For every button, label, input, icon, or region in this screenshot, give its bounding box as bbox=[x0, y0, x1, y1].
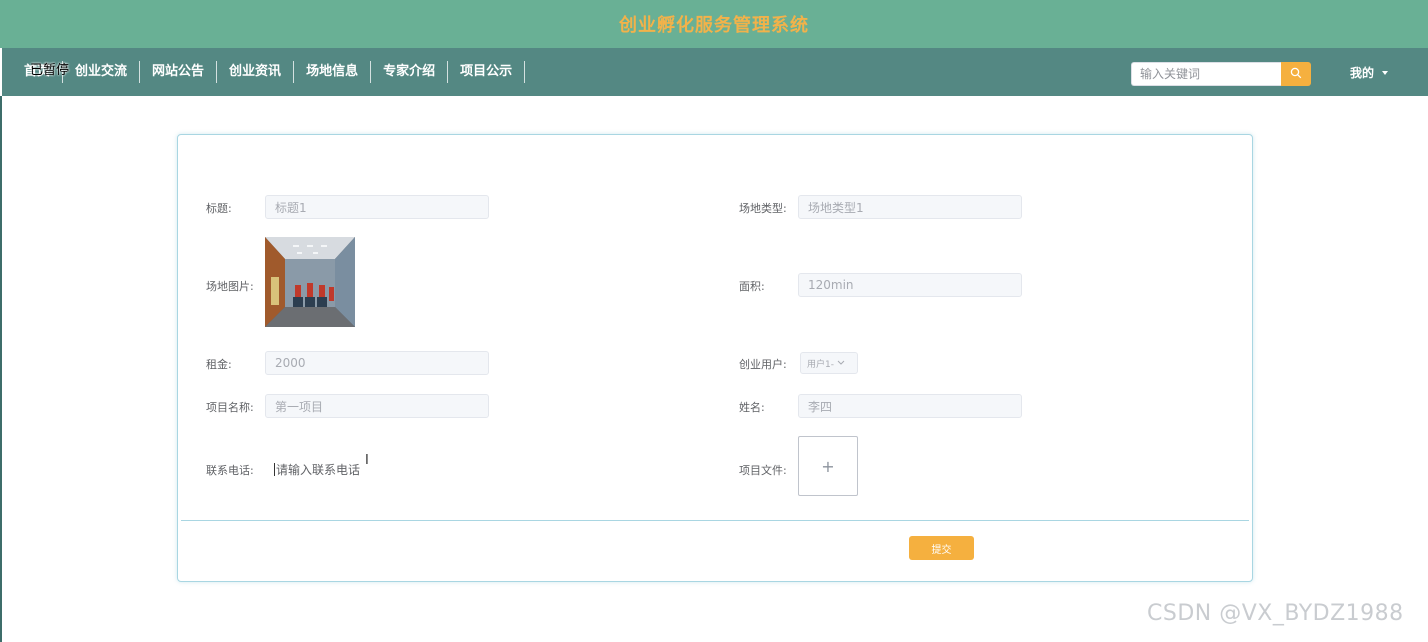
name-label: 姓名: bbox=[739, 401, 765, 414]
project-file-label: 项目文件: bbox=[739, 464, 787, 477]
search-box bbox=[1131, 62, 1311, 86]
window-edge bbox=[0, 96, 2, 642]
venue-type-field[interactable]: 场地类型1 bbox=[798, 195, 1022, 219]
search-icon bbox=[1290, 67, 1302, 82]
nav-item-experts[interactable]: 专家介绍 bbox=[371, 61, 449, 83]
search-button[interactable] bbox=[1281, 62, 1311, 86]
area-label: 面积: bbox=[739, 280, 765, 293]
area-field[interactable]: 120min bbox=[798, 273, 1022, 297]
phone-placeholder: 请输入联系电话 bbox=[276, 462, 361, 477]
nav-item-venue-info[interactable]: 场地信息 bbox=[294, 61, 372, 83]
phone-field[interactable]: 请输入联系电话 bbox=[274, 457, 489, 481]
i-beam-cursor-icon: I bbox=[365, 453, 369, 468]
venue-type-label: 场地类型: bbox=[739, 202, 787, 215]
form-divider bbox=[181, 520, 1249, 521]
submit-button[interactable]: 提交 bbox=[909, 536, 974, 560]
watermark: CSDN @VX_BYDZ1988 bbox=[1147, 601, 1404, 626]
phone-label: 联系电话: bbox=[206, 464, 254, 477]
user-menu-label: 我的 bbox=[1350, 66, 1375, 80]
user-select-value: 用户1- bbox=[807, 359, 834, 370]
site-title: 创业孵化服务管理系统 bbox=[619, 15, 809, 36]
paused-overlay: 已暂停 bbox=[30, 63, 70, 78]
nav-item-announcements[interactable]: 网站公告 bbox=[140, 61, 218, 83]
project-name-field[interactable]: 第一项目 bbox=[265, 394, 489, 418]
top-header: 创业孵化服务管理系统 bbox=[0, 0, 1428, 48]
user-select[interactable]: 用户1- bbox=[800, 352, 858, 374]
chevron-down-icon bbox=[837, 360, 845, 365]
project-name-label: 项目名称: bbox=[206, 401, 254, 414]
title-field[interactable]: 标题1 bbox=[265, 195, 489, 219]
plus-icon: + bbox=[821, 456, 835, 476]
user-menu[interactable]: 我的 bbox=[1350, 64, 1389, 81]
title-label: 标题: bbox=[206, 202, 232, 215]
user-label: 创业用户: bbox=[739, 358, 787, 371]
chevron-down-icon bbox=[1382, 70, 1389, 75]
text-caret bbox=[274, 462, 275, 476]
rent-label: 租金: bbox=[206, 358, 232, 371]
name-field[interactable]: 李四 bbox=[798, 394, 1022, 418]
venue-image[interactable] bbox=[265, 237, 355, 327]
nav-item-project-notice[interactable]: 项目公示 bbox=[448, 61, 526, 83]
nav-item-exchange[interactable]: 创业交流 bbox=[63, 61, 141, 83]
project-file-upload[interactable]: + bbox=[798, 436, 858, 496]
nav-menu: 首页 创业交流 网站公告 创业资讯 场地信息 专家介绍 项目公示 bbox=[22, 48, 526, 96]
nav-item-news[interactable]: 创业资讯 bbox=[217, 61, 295, 83]
rent-field[interactable]: 2000 bbox=[265, 351, 489, 375]
venue-image-label: 场地图片: bbox=[206, 280, 254, 293]
search-input[interactable] bbox=[1131, 62, 1281, 86]
